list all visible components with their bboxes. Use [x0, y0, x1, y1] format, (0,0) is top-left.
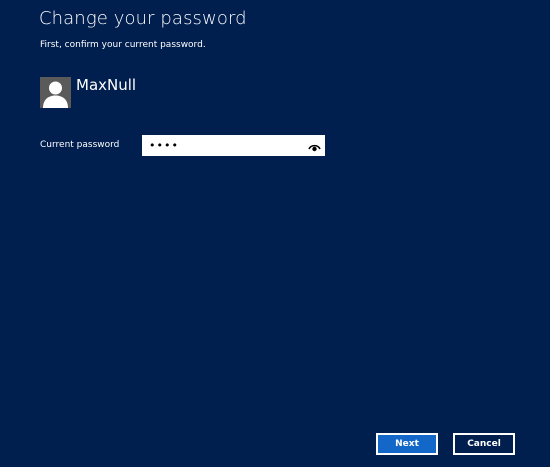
page-subtitle: First, confirm your current password.: [40, 40, 206, 50]
user-name: MaxNull: [76, 76, 137, 94]
current-password-field[interactable]: [142, 135, 325, 156]
eye-icon[interactable]: [308, 139, 321, 152]
current-password-input[interactable]: [142, 135, 302, 156]
page-title: Change your password: [39, 8, 247, 29]
cancel-button[interactable]: Cancel: [453, 433, 515, 455]
next-button[interactable]: Next: [376, 433, 438, 455]
current-password-label: Current password: [40, 140, 120, 150]
user-silhouette-icon: [40, 77, 71, 108]
